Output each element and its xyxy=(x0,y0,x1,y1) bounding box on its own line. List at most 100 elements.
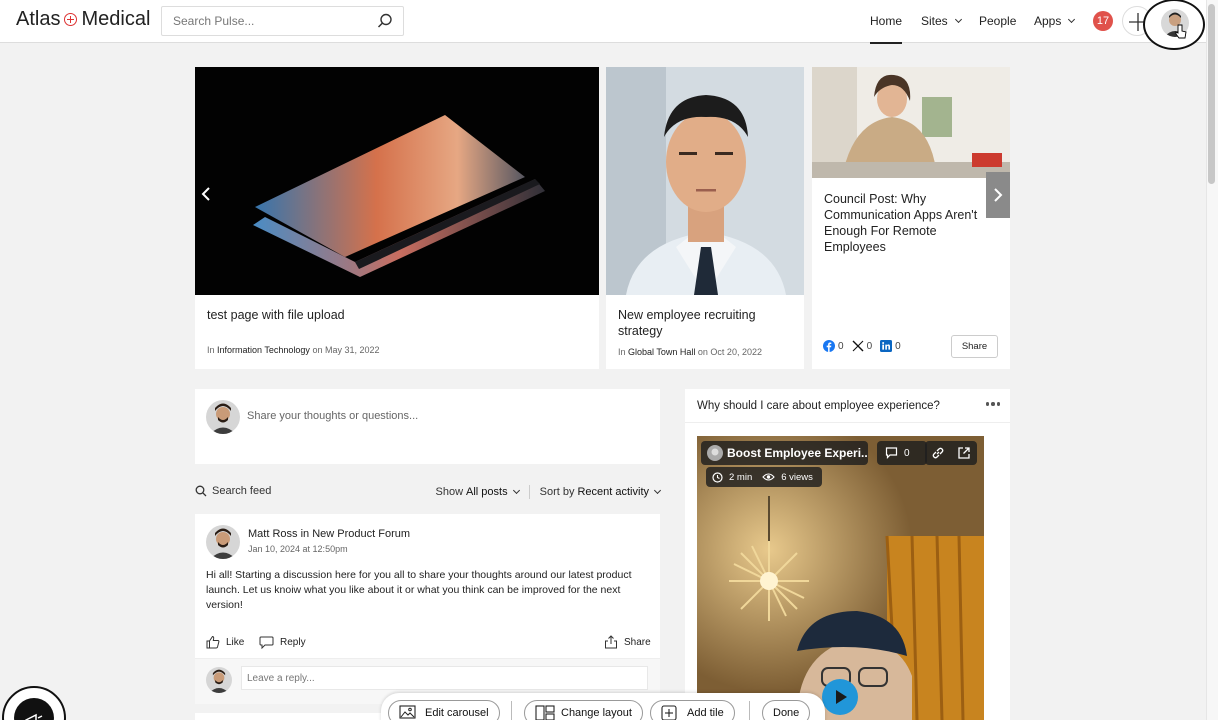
chevron-down-icon xyxy=(954,15,962,24)
chevron-left-icon xyxy=(201,187,210,201)
scrollbar-thumb[interactable] xyxy=(1208,4,1215,184)
post-date[interactable]: Jan 10, 2024 at 12:50pm xyxy=(248,544,348,554)
post-author-link[interactable]: Matt Ross xyxy=(248,528,298,540)
feed-post: Matt Ross in New Product Forum Jan 10, 2… xyxy=(195,514,660,704)
post-body: Hi all! Starting a discussion here for y… xyxy=(206,569,632,611)
linkedin-share[interactable]: 0 xyxy=(880,340,901,352)
nav-sites-label: Sites xyxy=(921,14,948,28)
linkedin-icon xyxy=(880,340,893,352)
add-tile-button[interactable]: Add tile xyxy=(650,700,735,720)
like-label: Like xyxy=(226,636,245,648)
nav-home[interactable]: Home xyxy=(870,14,903,44)
post-forum-link[interactable]: New Product Forum xyxy=(312,528,410,540)
linkedin-count: 0 xyxy=(895,340,901,352)
share-icon xyxy=(605,635,617,649)
nav-home-label: Home xyxy=(870,14,903,28)
logo-text-left: Atlas xyxy=(16,8,61,30)
add-tile-label: Add tile xyxy=(687,707,724,719)
reply-input[interactable]: Leave a reply... xyxy=(241,666,648,690)
video-comments-button[interactable]: 0 xyxy=(877,441,927,465)
change-layout-label: Change layout xyxy=(561,707,632,719)
video-play-button[interactable] xyxy=(822,679,858,715)
show-filter-dropdown[interactable]: Show All posts xyxy=(435,486,520,498)
sort-dropdown[interactable]: Sort by Recent activity xyxy=(539,486,662,498)
laptop-image xyxy=(195,67,599,295)
medical-cross-icon xyxy=(64,13,78,26)
nav-people-label: People xyxy=(979,14,1017,28)
divider xyxy=(685,422,1010,423)
page-edit-toolbar: Edit carousel Change layout Add tile Don… xyxy=(381,693,825,720)
external-link-icon[interactable] xyxy=(957,446,971,460)
carousel-prev-button[interactable] xyxy=(199,184,213,204)
video-duration: 2 min xyxy=(729,471,753,483)
carousel-card-1-title[interactable]: test page with file upload xyxy=(207,307,587,323)
divider xyxy=(749,701,750,720)
change-layout-button[interactable]: Change layout xyxy=(524,700,643,720)
search-input[interactable] xyxy=(162,7,362,35)
sort-value: Recent activity xyxy=(577,486,649,498)
reply-button[interactable]: Reply xyxy=(259,635,306,649)
eye-icon xyxy=(762,473,775,481)
edit-carousel-button[interactable]: Edit carousel xyxy=(388,700,500,720)
add-tile-icon xyxy=(661,705,677,720)
meta-prefix: In xyxy=(207,345,215,355)
carousel-card-3-title[interactable]: Council Post: Why Communication Apps Are… xyxy=(824,191,996,255)
sort-prefix: Sort by xyxy=(539,486,575,498)
reply-label: Reply xyxy=(280,636,306,648)
meta-place-link[interactable]: Global Town Hall xyxy=(628,347,695,357)
layout-icon xyxy=(535,705,555,720)
comment-icon xyxy=(259,636,274,649)
divider xyxy=(511,701,512,720)
done-button[interactable]: Done xyxy=(762,700,811,720)
show-value: All posts xyxy=(466,486,508,498)
video-comment-count: 0 xyxy=(904,447,910,459)
x-share[interactable]: 0 xyxy=(852,340,873,352)
post-share-button[interactable]: Share xyxy=(604,635,651,649)
carousel-card-2-meta: In Global Town Hall on Oct 20, 2022 xyxy=(618,347,762,357)
post-in-word: in xyxy=(300,528,310,540)
video-title[interactable]: Boost Employee Experi... xyxy=(701,441,868,465)
carousel-card-3-share-button[interactable]: Share xyxy=(951,335,998,358)
search-icon[interactable] xyxy=(377,13,393,34)
post-actions: Like Reply Share xyxy=(206,635,651,651)
video-link-actions xyxy=(925,441,977,465)
search-feed-label: Search feed xyxy=(212,485,272,497)
post-author-line: Matt Ross in New Product Forum xyxy=(248,528,410,540)
facebook-share[interactable]: 0 xyxy=(823,340,844,352)
like-button[interactable]: Like xyxy=(206,635,244,649)
nav-people[interactable]: People xyxy=(979,14,1016,28)
meta-date: on May 31, 2022 xyxy=(312,345,380,355)
cursor-hand-icon xyxy=(1175,24,1187,39)
nav-sites[interactable]: Sites xyxy=(921,14,962,28)
search-feed-button[interactable]: Search feed xyxy=(195,485,271,497)
x-count: 0 xyxy=(866,340,873,352)
notifications-badge[interactable]: 17 xyxy=(1093,11,1113,31)
nav-apps-label: Apps xyxy=(1034,14,1062,28)
logo-text-right: Medical xyxy=(81,8,151,30)
video-player[interactable]: Boost Employee Experi... 0 2 min 6 views xyxy=(697,436,984,720)
carousel-card-2-title[interactable]: New employee recruiting strategy xyxy=(618,307,793,339)
chevron-down-icon xyxy=(512,486,520,495)
post-composer[interactable]: Share your thoughts or questions... xyxy=(195,389,660,464)
meta-place-link[interactable]: Information Technology xyxy=(217,345,310,355)
show-prefix: Show xyxy=(435,486,464,498)
link-icon[interactable] xyxy=(931,446,945,460)
announcement-fab[interactable] xyxy=(2,686,66,720)
avatar xyxy=(206,400,240,434)
share-label: Share xyxy=(624,636,651,648)
feed-filters: Show All posts Sort by Recent activity xyxy=(435,485,662,499)
user-profile-button[interactable] xyxy=(1143,0,1205,50)
search-box xyxy=(161,6,404,36)
meta-date: on Oct 20, 2022 xyxy=(697,347,762,357)
more-options-icon[interactable] xyxy=(985,402,1000,406)
social-counts: 0 0 0 xyxy=(823,340,901,352)
clock-icon xyxy=(712,471,723,483)
composer-input[interactable]: Share your thoughts or questions... xyxy=(247,410,418,422)
video-views: 6 views xyxy=(781,471,813,483)
nav-apps[interactable]: Apps xyxy=(1034,14,1076,28)
atlas-medical-logo[interactable]: Atlas Medical xyxy=(16,8,150,31)
avatar xyxy=(206,667,232,693)
chevron-down-icon xyxy=(1068,15,1076,24)
comment-icon xyxy=(885,447,898,459)
avatar[interactable] xyxy=(206,525,240,559)
